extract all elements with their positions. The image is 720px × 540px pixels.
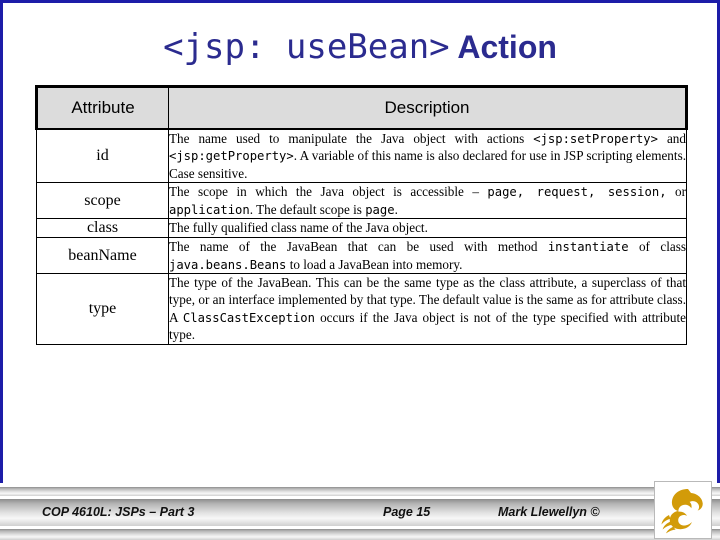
footer-course-label: COP 4610L: JSPs – Part 3 — [42, 505, 195, 519]
slide-border-top — [0, 0, 720, 3]
attribute-name-cell: scope — [36, 182, 169, 220]
column-header-attribute: Attribute — [35, 85, 169, 130]
description-text: The scope in which the Java object is ac… — [169, 184, 488, 200]
attribute-description-cell: The type of the JavaBean. This can be th… — [168, 272, 687, 345]
description-text: and — [657, 131, 686, 146]
table-row: scope The scope in which the Java object … — [36, 182, 687, 220]
footer-band-top — [0, 487, 720, 496]
title-code-fragment: <jsp: useBean> — [163, 27, 450, 67]
code-fragment: application — [169, 202, 250, 217]
usebean-attribute-table: Attribute Description id The name used to… — [35, 85, 688, 345]
title-word: Action — [449, 29, 557, 65]
code-fragment: page — [365, 202, 395, 217]
table-row: beanName The name of the JavaBean that ca… — [36, 237, 687, 274]
attribute-description-cell: The scope in which the Java object is ac… — [168, 182, 687, 220]
attribute-name-cell: class — [36, 218, 169, 239]
column-header-description: Description — [168, 85, 688, 130]
ucf-pegasus-logo — [654, 481, 712, 539]
table-body: id The name used to manipulate the Java o… — [36, 128, 687, 345]
footer-page-number: Page 15 — [383, 505, 431, 519]
footer-band-bottom — [0, 529, 720, 540]
attribute-description-cell: The fully qualified class name of the Ja… — [168, 218, 687, 239]
attribute-name-cell: beanName — [36, 237, 169, 274]
slide-title: <jsp: useBean> Action — [0, 30, 720, 64]
slide-border-left — [0, 0, 3, 483]
attribute-name-cell: type — [36, 272, 169, 345]
attribute-description-cell: The name used to manipulate the Java obj… — [168, 128, 687, 184]
code-fragment: <jsp:setProperty> — [533, 132, 658, 146]
code-fragment: <jsp:getProperty> — [169, 149, 294, 164]
description-text: of class — [628, 239, 686, 255]
description-text: The name used to manipulate the Java obj… — [169, 131, 534, 146]
attribute-table-wrapper: Attribute Description id The name used to… — [35, 85, 688, 345]
slide-footer: COP 4610L: JSPs – Part 3 Page 15 Mark Ll… — [0, 481, 720, 540]
slide: <jsp: useBean> Action Attribute Descript… — [0, 0, 720, 540]
table-header-row: Attribute Description — [35, 85, 688, 130]
footer-author-label: Mark Llewellyn © — [498, 505, 600, 519]
description-text: The fully qualified class name of the Ja… — [169, 220, 428, 236]
description-text: to load a JavaBean into memory. — [286, 256, 463, 272]
code-fragment: page, request, session, — [487, 185, 667, 200]
table-row: class The fully qualified class name of t… — [36, 218, 687, 239]
code-fragment: java.beans.Beans — [169, 257, 287, 272]
description-text: . — [394, 201, 398, 217]
code-fragment: ClassCastException — [182, 310, 315, 325]
code-fragment: instantiate — [547, 240, 629, 255]
attribute-description-cell: The name of the JavaBean that can be use… — [168, 237, 687, 274]
table-row: id The name used to manipulate the Java o… — [36, 128, 687, 184]
description-text: or — [666, 184, 686, 200]
description-text: The name of the JavaBean that can be use… — [169, 239, 548, 255]
attribute-name-cell: id — [36, 128, 169, 184]
description-text: . The default scope is — [249, 201, 366, 217]
table-row: type The type of the JavaBean. This can b… — [36, 272, 687, 345]
